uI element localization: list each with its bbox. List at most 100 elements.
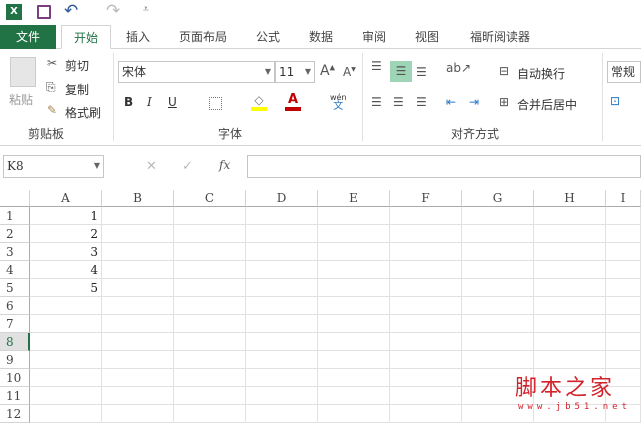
cell-B2[interactable] xyxy=(102,225,174,243)
row-header-6[interactable]: 6 xyxy=(0,297,30,315)
row-header-4[interactable]: 4 xyxy=(0,261,30,279)
row-header-5[interactable]: 5 xyxy=(0,279,30,297)
formula-input[interactable] xyxy=(247,155,641,178)
cell-E7[interactable] xyxy=(318,315,390,333)
cell-A12[interactable] xyxy=(30,405,102,423)
cell-I4[interactable] xyxy=(606,261,641,279)
column-header-I[interactable]: I xyxy=(606,190,641,207)
align-center-icon[interactable]: ☰ xyxy=(393,95,404,109)
cell-C12[interactable] xyxy=(174,405,246,423)
column-header-H[interactable]: H xyxy=(534,190,606,207)
cell-A1[interactable]: 1 xyxy=(30,207,102,225)
cell-B6[interactable] xyxy=(102,297,174,315)
cell-H1[interactable] xyxy=(534,207,606,225)
row-header-12[interactable]: 12 xyxy=(0,405,30,423)
cell-A3[interactable]: 3 xyxy=(30,243,102,261)
redo-icon[interactable]: ↷ xyxy=(106,1,120,21)
cell-C11[interactable] xyxy=(174,387,246,405)
cell-C2[interactable] xyxy=(174,225,246,243)
cell-E10[interactable] xyxy=(318,369,390,387)
cell-C6[interactable] xyxy=(174,297,246,315)
align-middle-icon[interactable]: ☰ xyxy=(390,61,412,82)
cell-F4[interactable] xyxy=(390,261,462,279)
enter-icon[interactable]: ✓ xyxy=(182,159,193,174)
tab-page-layout[interactable]: 页面布局 xyxy=(172,25,234,49)
cell-E6[interactable] xyxy=(318,297,390,315)
cell-D8[interactable] xyxy=(246,333,318,351)
column-header-G[interactable]: G xyxy=(462,190,534,207)
cell-G9[interactable] xyxy=(462,351,534,369)
merge-center-button[interactable]: 合并后居中 xyxy=(517,96,577,113)
cell-A8[interactable] xyxy=(30,333,102,351)
tab-review[interactable]: 审阅 xyxy=(354,25,394,49)
cell-G8[interactable] xyxy=(462,333,534,351)
customize-qat-icon[interactable]: ⩡ xyxy=(143,4,149,15)
cell-E3[interactable] xyxy=(318,243,390,261)
cell-G6[interactable] xyxy=(462,297,534,315)
undo-icon[interactable]: ↶ xyxy=(64,1,78,21)
insert-function-button[interactable]: fx xyxy=(219,158,230,172)
cell-I5[interactable] xyxy=(606,279,641,297)
cell-D4[interactable] xyxy=(246,261,318,279)
column-header-E[interactable]: E xyxy=(318,190,390,207)
cell-E9[interactable] xyxy=(318,351,390,369)
cell-C5[interactable] xyxy=(174,279,246,297)
bold-button[interactable]: B xyxy=(124,95,133,109)
cell-H6[interactable] xyxy=(534,297,606,315)
cell-D2[interactable] xyxy=(246,225,318,243)
increase-indent-icon[interactable]: ⇥ xyxy=(469,95,479,109)
tab-file[interactable]: 文件 xyxy=(0,25,56,49)
cell-C4[interactable] xyxy=(174,261,246,279)
cell-A6[interactable] xyxy=(30,297,102,315)
cell-A4[interactable]: 4 xyxy=(30,261,102,279)
column-header-C[interactable]: C xyxy=(174,190,246,207)
cell-B5[interactable] xyxy=(102,279,174,297)
cell-F10[interactable] xyxy=(390,369,462,387)
cell-G7[interactable] xyxy=(462,315,534,333)
cell-F7[interactable] xyxy=(390,315,462,333)
format-painter-button[interactable]: 格式刷 xyxy=(65,104,101,121)
italic-button[interactable]: I xyxy=(147,95,152,109)
cell-D10[interactable] xyxy=(246,369,318,387)
cell-C8[interactable] xyxy=(174,333,246,351)
row-header-3[interactable]: 3 xyxy=(0,243,30,261)
cell-A5[interactable]: 5 xyxy=(30,279,102,297)
cell-E4[interactable] xyxy=(318,261,390,279)
currency-format-icon[interactable]: ⊡ xyxy=(610,94,620,108)
cell-F2[interactable] xyxy=(390,225,462,243)
cell-D6[interactable] xyxy=(246,297,318,315)
cell-G1[interactable] xyxy=(462,207,534,225)
cell-F6[interactable] xyxy=(390,297,462,315)
cell-B9[interactable] xyxy=(102,351,174,369)
cell-H5[interactable] xyxy=(534,279,606,297)
cell-D1[interactable] xyxy=(246,207,318,225)
column-header-A[interactable]: A xyxy=(30,190,102,207)
cell-E11[interactable] xyxy=(318,387,390,405)
name-box[interactable]: K8 ▼ xyxy=(3,155,104,178)
cell-D5[interactable] xyxy=(246,279,318,297)
tab-view[interactable]: 视图 xyxy=(407,25,447,49)
cell-H8[interactable] xyxy=(534,333,606,351)
row-header-10[interactable]: 10 xyxy=(0,369,30,387)
cell-B11[interactable] xyxy=(102,387,174,405)
cell-I2[interactable] xyxy=(606,225,641,243)
cell-C10[interactable] xyxy=(174,369,246,387)
number-format-select[interactable]: 常规 xyxy=(607,61,641,83)
cell-D12[interactable] xyxy=(246,405,318,423)
cell-E1[interactable] xyxy=(318,207,390,225)
cell-F8[interactable] xyxy=(390,333,462,351)
select-all-corner[interactable] xyxy=(0,190,30,207)
cell-G3[interactable] xyxy=(462,243,534,261)
row-header-7[interactable]: 7 xyxy=(0,315,30,333)
cell-E2[interactable] xyxy=(318,225,390,243)
tab-home[interactable]: 开始 xyxy=(61,25,111,49)
cell-I9[interactable] xyxy=(606,351,641,369)
cell-B4[interactable] xyxy=(102,261,174,279)
orientation-icon[interactable]: ab↗ xyxy=(446,61,471,75)
borders-icon[interactable] xyxy=(209,97,222,110)
row-header-1[interactable]: 1 xyxy=(0,207,30,225)
row-header-9[interactable]: 9 xyxy=(0,351,30,369)
tab-data[interactable]: 数据 xyxy=(301,25,341,49)
cell-A10[interactable] xyxy=(30,369,102,387)
cell-F12[interactable] xyxy=(390,405,462,423)
